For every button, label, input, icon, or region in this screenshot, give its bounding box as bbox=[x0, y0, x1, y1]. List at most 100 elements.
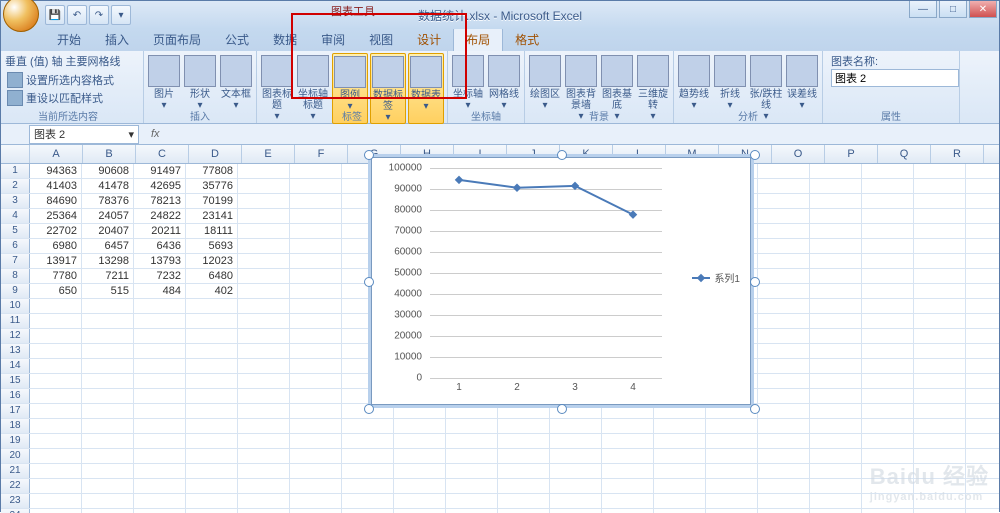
cell[interactable] bbox=[186, 389, 238, 403]
cell[interactable] bbox=[550, 479, 602, 493]
cell[interactable] bbox=[186, 434, 238, 448]
cell[interactable] bbox=[810, 194, 862, 208]
office-button[interactable] bbox=[3, 0, 39, 32]
cell[interactable] bbox=[914, 269, 966, 283]
cell[interactable] bbox=[758, 299, 810, 313]
cell[interactable] bbox=[758, 419, 810, 433]
cell[interactable] bbox=[602, 419, 654, 433]
ribbon-btn-形状[interactable]: 形状▾ bbox=[183, 53, 217, 111]
cell[interactable] bbox=[862, 374, 914, 388]
cell[interactable] bbox=[82, 509, 134, 513]
row-header[interactable]: 14 bbox=[1, 359, 30, 373]
cell[interactable] bbox=[186, 419, 238, 433]
cell[interactable] bbox=[706, 464, 758, 478]
cell[interactable] bbox=[654, 449, 706, 463]
cell[interactable] bbox=[602, 479, 654, 493]
qat-undo-icon[interactable]: ↶ bbox=[67, 5, 87, 25]
cell[interactable]: 13793 bbox=[134, 254, 186, 268]
cell[interactable] bbox=[82, 419, 134, 433]
cell[interactable] bbox=[758, 179, 810, 193]
cell[interactable] bbox=[134, 374, 186, 388]
cell[interactable]: 41478 bbox=[82, 179, 134, 193]
cell[interactable] bbox=[238, 224, 290, 238]
cell[interactable] bbox=[862, 464, 914, 478]
cell[interactable] bbox=[758, 509, 810, 513]
cell[interactable] bbox=[290, 224, 342, 238]
cell[interactable] bbox=[810, 509, 862, 513]
cell[interactable] bbox=[810, 449, 862, 463]
cell[interactable] bbox=[498, 404, 550, 418]
cell[interactable]: 22702 bbox=[30, 224, 82, 238]
cell[interactable]: 6480 bbox=[186, 269, 238, 283]
cell[interactable]: 78213 bbox=[134, 194, 186, 208]
qat-redo-icon[interactable]: ↷ bbox=[89, 5, 109, 25]
cell[interactable] bbox=[30, 419, 82, 433]
cell[interactable] bbox=[186, 449, 238, 463]
minimize-button[interactable]: — bbox=[909, 1, 937, 18]
cell[interactable]: 13298 bbox=[82, 254, 134, 268]
cell[interactable] bbox=[290, 389, 342, 403]
cell[interactable] bbox=[862, 449, 914, 463]
cell[interactable] bbox=[810, 314, 862, 328]
embedded-chart[interactable]: 0100002000030000400005000060000700008000… bbox=[371, 157, 751, 405]
cell[interactable] bbox=[810, 329, 862, 343]
col-header-B[interactable]: B bbox=[83, 145, 136, 163]
cell[interactable] bbox=[82, 329, 134, 343]
cell[interactable] bbox=[186, 314, 238, 328]
cell[interactable] bbox=[342, 464, 394, 478]
ribbon-btn-网格线[interactable]: 网格线▾ bbox=[487, 53, 521, 111]
cell[interactable] bbox=[186, 299, 238, 313]
cell[interactable] bbox=[238, 374, 290, 388]
cell[interactable]: 35776 bbox=[186, 179, 238, 193]
cell[interactable]: 24822 bbox=[134, 209, 186, 223]
cell[interactable] bbox=[30, 434, 82, 448]
row-header[interactable]: 23 bbox=[1, 494, 30, 508]
row-header[interactable]: 8 bbox=[1, 269, 30, 283]
cell[interactable] bbox=[810, 494, 862, 508]
cell[interactable] bbox=[862, 239, 914, 253]
cell[interactable] bbox=[810, 374, 862, 388]
cell[interactable]: 20407 bbox=[82, 224, 134, 238]
cell[interactable]: 24057 bbox=[82, 209, 134, 223]
cell[interactable] bbox=[342, 434, 394, 448]
cell[interactable] bbox=[290, 254, 342, 268]
cell[interactable] bbox=[134, 434, 186, 448]
cell[interactable] bbox=[498, 479, 550, 493]
row-header[interactable]: 16 bbox=[1, 389, 30, 403]
cell[interactable] bbox=[238, 329, 290, 343]
worksheet[interactable]: ABCDEFGHIJKLMNOPQR 194363906089149777808… bbox=[1, 145, 999, 513]
cell[interactable] bbox=[394, 419, 446, 433]
cell[interactable] bbox=[810, 209, 862, 223]
cell[interactable] bbox=[238, 389, 290, 403]
cell[interactable] bbox=[290, 209, 342, 223]
cell[interactable] bbox=[186, 359, 238, 373]
cell[interactable]: 650 bbox=[30, 284, 82, 298]
cell[interactable] bbox=[758, 389, 810, 403]
tab-视图[interactable]: 视图 bbox=[357, 28, 405, 51]
cell[interactable] bbox=[498, 509, 550, 513]
cell[interactable] bbox=[758, 194, 810, 208]
cell[interactable] bbox=[810, 359, 862, 373]
cell[interactable] bbox=[758, 254, 810, 268]
cell[interactable]: 23141 bbox=[186, 209, 238, 223]
cell[interactable] bbox=[134, 344, 186, 358]
cell[interactable] bbox=[290, 509, 342, 513]
cell[interactable] bbox=[186, 374, 238, 388]
cell[interactable] bbox=[706, 449, 758, 463]
cell[interactable] bbox=[758, 329, 810, 343]
cell[interactable] bbox=[290, 314, 342, 328]
cell[interactable] bbox=[862, 419, 914, 433]
row-header[interactable]: 11 bbox=[1, 314, 30, 328]
cell[interactable]: 7211 bbox=[82, 269, 134, 283]
cell[interactable] bbox=[498, 449, 550, 463]
cell[interactable] bbox=[82, 374, 134, 388]
cell[interactable]: 20211 bbox=[134, 224, 186, 238]
cell[interactable] bbox=[862, 479, 914, 493]
row-header[interactable]: 20 bbox=[1, 449, 30, 463]
cell[interactable] bbox=[550, 449, 602, 463]
cell[interactable] bbox=[706, 509, 758, 513]
row-header[interactable]: 12 bbox=[1, 329, 30, 343]
cell[interactable] bbox=[862, 224, 914, 238]
cell[interactable]: 6436 bbox=[134, 239, 186, 253]
cell[interactable] bbox=[290, 434, 342, 448]
